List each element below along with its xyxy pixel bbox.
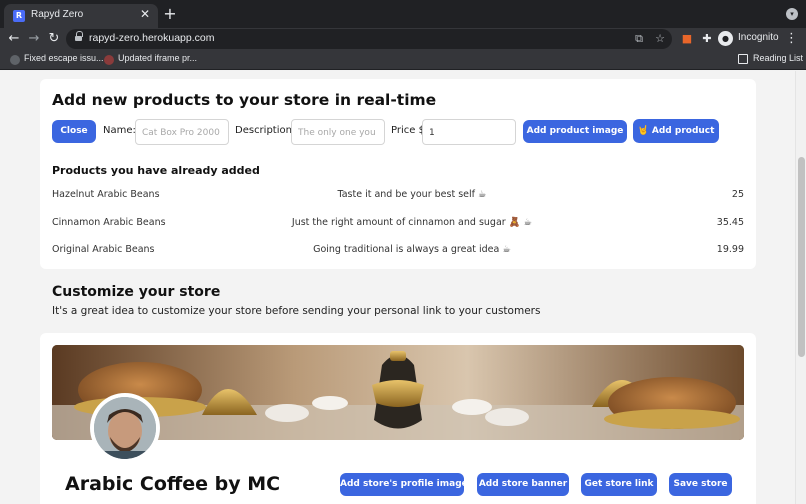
bookmarks-bar: Fixed escape issu... Updated iframe pr..… <box>0 50 806 70</box>
store-preview-card: Arabic Coffee by MC Add store's profile … <box>40 333 756 504</box>
price-field[interactable] <box>422 119 516 145</box>
back-arrow-icon[interactable]: ← <box>6 31 22 47</box>
product-name: Original Arabic Beans <box>52 244 155 255</box>
address-bar[interactable]: rapyd-zero.herokuapp.com ⧉ ☆ <box>66 29 672 49</box>
reading-list-icon <box>738 54 748 64</box>
rapyd-favicon-icon: R <box>13 10 25 22</box>
incognito-icon: ● <box>718 31 733 46</box>
tab-close-icon[interactable]: ✕ <box>138 7 152 21</box>
star-icon[interactable]: ☆ <box>653 32 667 46</box>
bookmark-label: Fixed escape issu... <box>24 53 104 63</box>
browser-tabstrip: R Rapyd Zero ✕ + ▾ <box>0 0 806 28</box>
lock-icon[interactable] <box>75 31 83 42</box>
add-profile-image-button[interactable]: Add store's profile image <box>340 473 468 496</box>
github-icon <box>10 55 20 65</box>
incognito-label: Incognito <box>738 32 779 43</box>
profile-photo <box>94 397 156 459</box>
product-row: Hazelnut Arabic Beans Taste it and be yo… <box>52 189 744 203</box>
kebab-menu-icon[interactable]: ⋮ <box>785 31 798 47</box>
store-profile-image <box>90 393 160 463</box>
add-product-image-button[interactable]: Add product image <box>523 120 627 143</box>
forward-arrow-icon[interactable]: → <box>26 31 42 47</box>
add-product-button[interactable]: 🤘 Add product <box>633 119 719 143</box>
page-scrollbar[interactable] <box>795 71 806 504</box>
bookmark-label: Updated iframe pr... <box>118 53 198 63</box>
tab-search-icon[interactable]: ▾ <box>786 8 798 20</box>
product-description: Going traditional is always a great idea… <box>313 244 511 255</box>
browser-toolbar: ← → ↻ rapyd-zero.herokuapp.com ⧉ ☆ ■ ✚ ●… <box>0 28 806 50</box>
description-field[interactable] <box>291 119 385 145</box>
product-price: 25 <box>731 189 744 200</box>
save-store-button[interactable]: Save store <box>669 473 732 496</box>
name-input[interactable] <box>136 121 228 144</box>
new-tab-button[interactable]: + <box>162 6 178 22</box>
product-price: 19.99 <box>716 244 744 255</box>
fox-extension-icon[interactable]: ■ <box>680 32 694 46</box>
description-input[interactable] <box>292 121 384 144</box>
price-label: Price $ <box>391 125 425 136</box>
products-list-title: Products you have already added <box>52 164 260 177</box>
product-price: 35.45 <box>716 217 744 228</box>
product-description: Taste it and be your best self ☕ <box>337 189 487 200</box>
add-products-title: Add new products to your store in real-t… <box>52 91 437 109</box>
profile-portrait-illustration <box>94 397 156 459</box>
get-store-link-button[interactable]: Get store link <box>581 473 657 496</box>
product-description: Just the right amount of cinnamon and su… <box>291 217 533 228</box>
product-name: Hazelnut Arabic Beans <box>52 189 160 200</box>
add-store-banner-button[interactable]: Add store banner <box>477 473 569 496</box>
reading-list-label: Reading List <box>753 53 804 63</box>
close-button[interactable]: Close <box>52 120 96 143</box>
tab-title: Rapyd Zero <box>31 9 84 20</box>
scrollbar-thumb[interactable] <box>798 157 805 357</box>
add-products-card: Add new products to your store in real-t… <box>40 79 756 269</box>
url-text[interactable]: rapyd-zero.herokuapp.com <box>89 32 214 44</box>
browser-tab[interactable]: R Rapyd Zero ✕ <box>4 4 158 28</box>
description-label: Description: <box>235 125 296 136</box>
name-label: Name: <box>103 125 136 136</box>
price-input[interactable] <box>423 121 515 144</box>
customize-subtitle: It's a great idea to customize your stor… <box>52 305 541 317</box>
page-viewport: Add new products to your store in real-t… <box>0 71 795 504</box>
customize-title: Customize your store <box>52 284 221 300</box>
product-name: Cinnamon Arabic Beans <box>52 217 166 228</box>
puzzle-icon[interactable]: ✚ <box>700 32 714 46</box>
name-field[interactable] <box>135 119 229 145</box>
product-row: Original Arabic Beans Going traditional … <box>52 244 744 258</box>
translate-icon[interactable]: ⧉ <box>632 32 646 46</box>
gitlab-icon <box>104 55 114 65</box>
reload-icon[interactable]: ↻ <box>46 31 62 47</box>
product-row: Cinnamon Arabic Beans Just the right amo… <box>52 217 744 231</box>
store-name: Arabic Coffee by MC <box>65 473 281 495</box>
